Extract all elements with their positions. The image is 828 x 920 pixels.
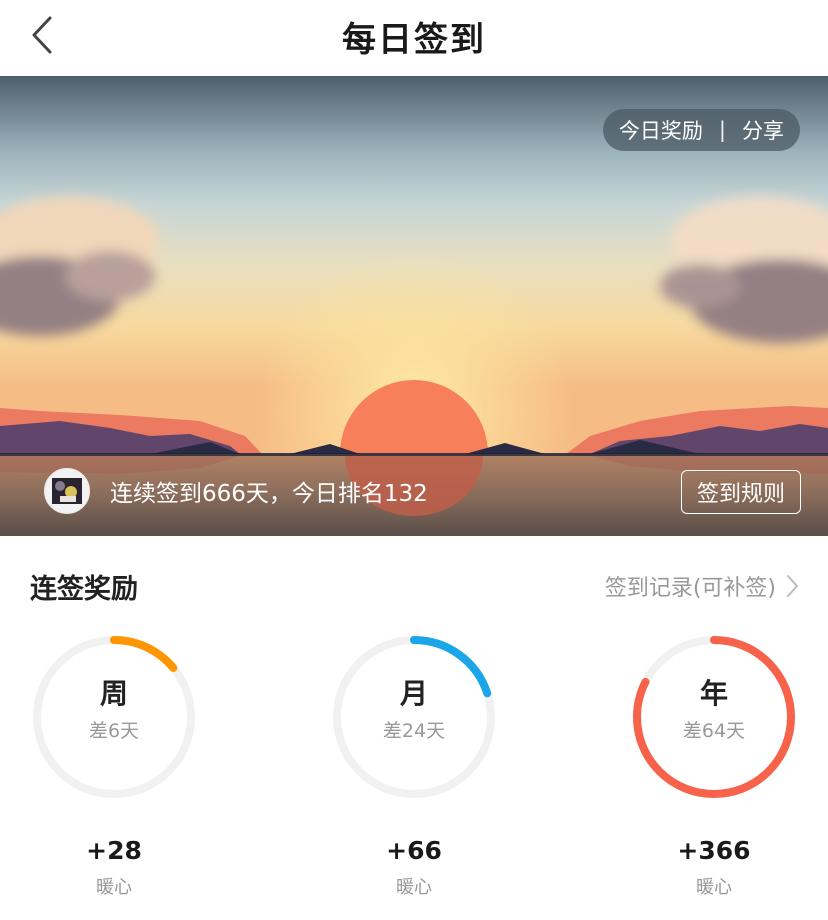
chevron-right-icon bbox=[787, 575, 798, 597]
reward-ring[interactable]: 年差64天 bbox=[629, 632, 799, 802]
page-title: 每日签到 bbox=[342, 20, 486, 60]
reward-unit: 暖心 bbox=[96, 877, 132, 898]
reward-amount: +66 bbox=[386, 836, 442, 865]
ring-days-remaining: 差6天 bbox=[88, 720, 140, 742]
avatar-image bbox=[46, 470, 88, 512]
reward-unit: 暖心 bbox=[396, 877, 432, 898]
avatar[interactable] bbox=[44, 468, 90, 514]
ring-period-label: 年 bbox=[699, 677, 728, 710]
pill-separator: | bbox=[718, 118, 726, 142]
ring-period-label: 月 bbox=[399, 677, 428, 710]
reward-ring[interactable]: 月差24天 bbox=[329, 632, 499, 802]
navigation-bar: 每日签到 bbox=[0, 0, 828, 76]
checkin-rules-button[interactable]: 签到规则 bbox=[681, 470, 801, 514]
section-title: 连签奖励 bbox=[30, 574, 138, 605]
reward-unit: 暖心 bbox=[696, 877, 732, 898]
streak-rank-text: 连续签到666天，今日排名132 bbox=[110, 481, 428, 507]
reward-amount: +28 bbox=[86, 836, 142, 865]
ring-period-label: 周 bbox=[99, 677, 128, 710]
reward-amount: +366 bbox=[677, 836, 751, 865]
ring-days-remaining: 差64天 bbox=[682, 720, 746, 742]
sunset-banner: 今日奖励 | 分享 连续签到666天，今日排名132 签到规则 bbox=[0, 76, 828, 536]
today-reward-share-pill: 今日奖励 | 分享 bbox=[602, 109, 800, 151]
ring-days-remaining: 差24天 bbox=[382, 720, 446, 742]
checkin-record-link[interactable]: 签到记录(可补签) bbox=[605, 570, 800, 602]
reward-ring[interactable]: 周差6天 bbox=[29, 632, 199, 802]
checkin-status: 连续签到666天，今日排名132 bbox=[44, 468, 428, 514]
record-link-label: 签到记录(可补签) bbox=[604, 576, 776, 601]
today-reward-button[interactable]: 今日奖励 bbox=[619, 115, 703, 145]
share-button[interactable]: 分享 bbox=[742, 115, 784, 145]
